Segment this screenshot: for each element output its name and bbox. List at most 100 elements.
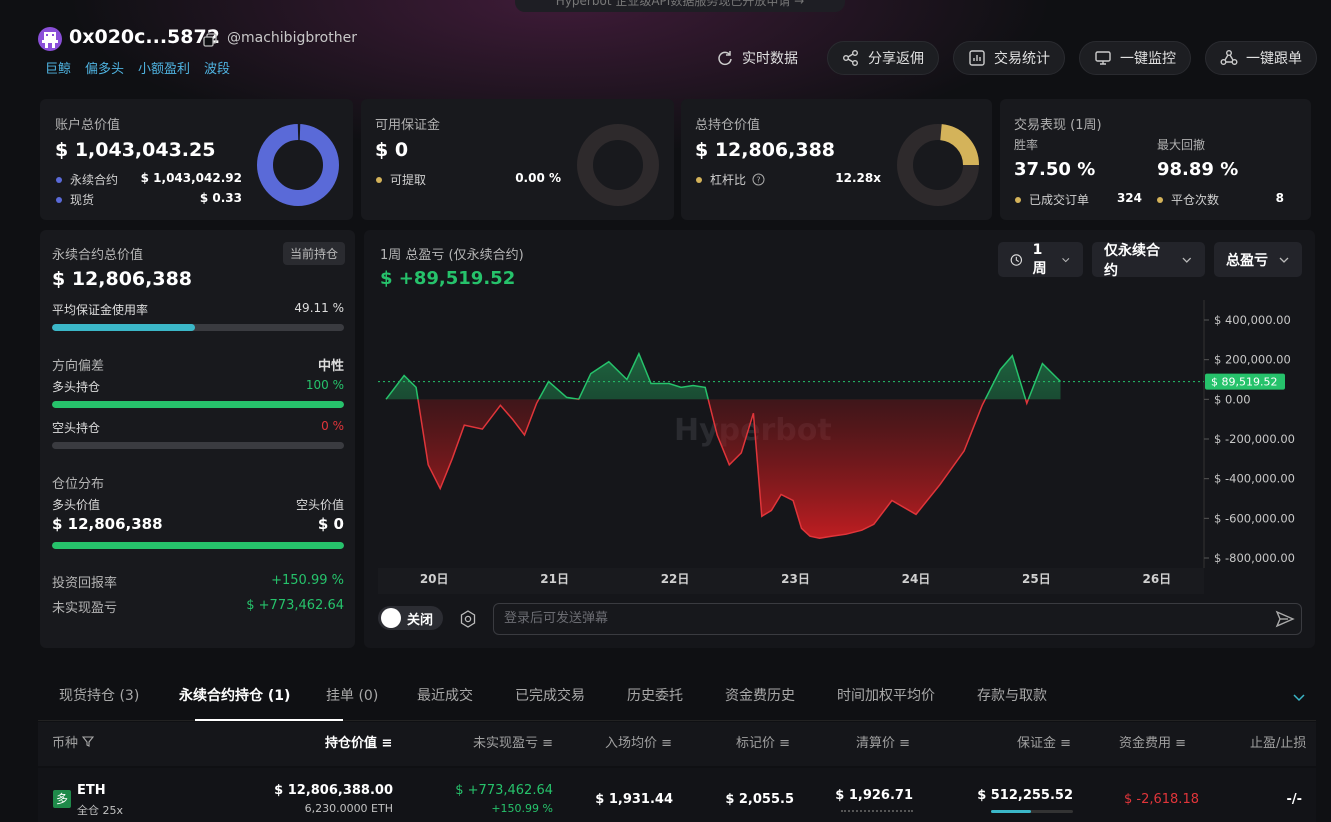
- short-position-label: 空头持仓: [52, 421, 101, 435]
- tab-deposits-withdrawals[interactable]: 存款与取款: [977, 671, 1047, 721]
- send-icon[interactable]: [1275, 609, 1295, 629]
- svg-text:?: ?: [756, 176, 760, 185]
- y-tick-label: $ -800,000.00: [1214, 551, 1295, 565]
- metric-dropdown[interactable]: 总盈亏: [1214, 242, 1302, 277]
- col-margin[interactable]: 保证金 ≡: [1017, 722, 1071, 766]
- unrealized-pnl-value: $ +773,462.64: [246, 598, 344, 613]
- margin-cell: $ 512,255.52: [977, 788, 1073, 803]
- trader-tags: 巨鲸 偏多头 小额盈利 波段: [45, 58, 230, 77]
- current-value-label: $ 89,519.52: [1211, 376, 1277, 389]
- liq-distance-dots: [841, 810, 913, 812]
- help-icon[interactable]: ?: [752, 173, 765, 186]
- copy-icon[interactable]: [203, 33, 217, 47]
- legend-orders: 已成交订单: [1015, 191, 1089, 208]
- share-icon: [843, 50, 858, 66]
- realtime-data-label: 实时数据: [742, 51, 798, 67]
- y-tick-label: $ -600,000.00: [1214, 511, 1295, 525]
- col-unrealized-pnl[interactable]: 未实现盈亏 ≡: [473, 722, 553, 766]
- toggle-label: 关闭: [407, 612, 434, 628]
- tab-open-orders[interactable]: 挂单 (0): [326, 671, 378, 721]
- copy-trade-icon: [1220, 50, 1238, 65]
- upnl-pct-cell: +150.99 %: [491, 802, 553, 815]
- pnl-chart[interactable]: Hyperbot $ 400,000.00$ 200,000.00$ 0.00$…: [364, 290, 1315, 595]
- tab-twap[interactable]: 时间加权平均价: [837, 671, 935, 721]
- col-entry-price[interactable]: 入场均价 ≡: [605, 722, 672, 766]
- y-tick-label: $ -200,000.00: [1214, 432, 1295, 446]
- win-rate-value: 37.50 %: [1014, 159, 1096, 180]
- legend-spot: 现货: [56, 191, 94, 208]
- position-distribution-label: 仓位分布: [52, 477, 105, 492]
- tab-completed-trades[interactable]: 已完成交易: [515, 671, 585, 721]
- x-tick-label: 24日: [902, 572, 931, 586]
- tab-spot-positions[interactable]: 现货持仓 (3): [59, 671, 139, 721]
- share-rebate-button[interactable]: 分享返佣: [827, 41, 939, 75]
- legend-perp: 永续合约: [56, 171, 118, 188]
- col-coin[interactable]: 币种: [52, 722, 95, 766]
- realtime-data-button[interactable]: 实时数据: [701, 41, 813, 75]
- win-rate-label: 胜率: [1014, 138, 1039, 152]
- tab-perp-positions[interactable]: 永续合约持仓 (1): [179, 671, 290, 721]
- scope-dropdown[interactable]: 仅永续合约: [1092, 242, 1205, 279]
- col-funding[interactable]: 资金费用 ≡: [1119, 722, 1186, 766]
- user-handle[interactable]: @machibigbrother: [227, 30, 357, 46]
- long-value-label: 多头价值: [52, 498, 101, 512]
- refresh-icon: [718, 51, 732, 66]
- x-tick-label: 23日: [781, 572, 810, 586]
- x-tick-label: 25日: [1022, 572, 1051, 586]
- short-value: $ 0: [317, 515, 344, 533]
- settings-icon[interactable]: [458, 609, 478, 629]
- long-badge: 多: [53, 790, 71, 808]
- current-position-badge[interactable]: 当前持仓: [282, 242, 345, 265]
- col-mark-price[interactable]: 标记价 ≡: [736, 722, 790, 766]
- col-position-value[interactable]: 持仓价值 ≡: [325, 722, 392, 766]
- leverage-value: 12.28x: [835, 171, 881, 185]
- col-liq-price[interactable]: 清算价 ≡: [856, 722, 910, 766]
- perp-total-label: 永续合约总价值: [52, 248, 144, 263]
- monitor-button[interactable]: 一键监控: [1079, 41, 1191, 75]
- perp-value: $ 1,043,042.92: [140, 171, 242, 185]
- x-tick-label: 21日: [540, 572, 569, 586]
- sort-icon: ≡: [1060, 736, 1072, 751]
- long-position-value: 100 %: [305, 378, 344, 392]
- performance-card: 交易表现 (1周) 胜率 37.50 % 最大回撤 98.89 % 已成交订单 …: [1000, 99, 1311, 220]
- margin-usage-bar: [52, 324, 344, 331]
- coin-name[interactable]: ETH: [77, 783, 106, 798]
- margin-value: $ 0: [375, 139, 409, 161]
- table-row[interactable]: 多 ETH 全仓 25x $ 12,806,388.00 6,230.0000 …: [38, 768, 1316, 822]
- direction-bias-value: 中性: [317, 359, 344, 374]
- tag[interactable]: 小额盈利: [138, 58, 190, 77]
- copy-trade-label: 一键跟单: [1246, 51, 1302, 67]
- tab-recent-fills[interactable]: 最近成交: [417, 671, 473, 721]
- roi-label: 投资回报率: [52, 576, 118, 591]
- chevron-down-icon: [1062, 257, 1070, 262]
- trade-stats-button[interactable]: 交易统计: [953, 41, 1065, 75]
- tp-sl-cell[interactable]: -/-: [1286, 792, 1302, 807]
- tag[interactable]: 偏多头: [85, 58, 124, 77]
- sort-icon: ≡: [542, 736, 554, 751]
- long-position-label: 多头持仓: [52, 380, 101, 394]
- margin-usage-mini-bar: [991, 810, 1073, 813]
- position-value: $ 12,806,388: [695, 139, 836, 161]
- tag[interactable]: 巨鲸: [45, 58, 71, 77]
- liq-price-cell: $ 1,926.71: [835, 788, 913, 803]
- copy-trade-button[interactable]: 一键跟单: [1205, 41, 1317, 75]
- perp-total-value: $ 12,806,388: [52, 268, 193, 290]
- period-dropdown[interactable]: 1周: [998, 242, 1083, 277]
- position-value-cell: $ 12,806,388.00: [274, 783, 393, 798]
- col-tp-sl[interactable]: 止盈/止损: [1250, 722, 1306, 766]
- chart-pnl-value: $ +89,519.52: [380, 268, 516, 289]
- stats-icon: [969, 50, 985, 66]
- filter-icon[interactable]: [82, 735, 95, 747]
- chevron-down-icon: [1182, 257, 1192, 263]
- tab-funding-history[interactable]: 资金费历史: [725, 671, 795, 721]
- danmaku-toggle[interactable]: 关闭: [378, 606, 443, 630]
- drawdown-label: 最大回撤: [1157, 138, 1206, 152]
- announcement-banner[interactable]: Hyperbot 企业级API数据服务现已开放申请 →: [515, 0, 845, 12]
- scope-label: 仅永续合约: [1104, 242, 1160, 279]
- sort-icon: ≡: [899, 736, 911, 751]
- margin-donut: [577, 124, 659, 206]
- danmaku-input[interactable]: 登录后可发送弹幕: [493, 603, 1302, 635]
- chevron-down-icon[interactable]: [1292, 690, 1306, 704]
- tag[interactable]: 波段: [204, 58, 230, 77]
- tab-order-history[interactable]: 历史委托: [627, 671, 683, 721]
